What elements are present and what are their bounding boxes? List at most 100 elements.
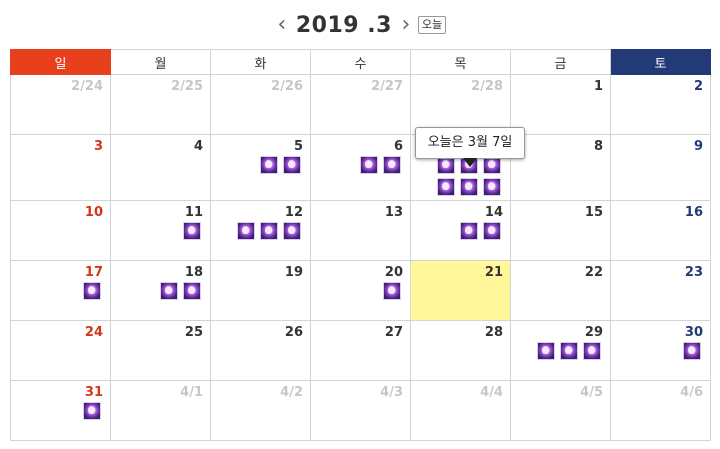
day-cell[interactable]: 8 [510, 134, 611, 201]
week-row: 24 25 26 27 28 29 30 [10, 320, 711, 381]
day-cell[interactable]: 4/2 [210, 380, 311, 441]
event-icons [211, 222, 310, 244]
day-cell[interactable]: 2 [610, 74, 711, 135]
event-thumbnail-icon[interactable] [383, 156, 401, 174]
day-number: 6 [393, 139, 403, 154]
day-cell[interactable]: 31 [10, 380, 111, 441]
event-thumbnail-icon[interactable] [237, 222, 255, 240]
event-thumbnail-icon[interactable] [537, 342, 555, 360]
event-thumbnail-icon[interactable] [437, 178, 455, 196]
event-thumbnail-icon[interactable] [160, 282, 178, 300]
day-number: 4/3 [380, 385, 403, 400]
day-cell[interactable]: 3 [10, 134, 111, 201]
event-thumbnail-icon[interactable] [583, 342, 601, 360]
day-cell[interactable]: 2/28 [410, 74, 511, 135]
day-cell[interactable]: 16 [610, 200, 711, 261]
day-cell[interactable]: 17 [10, 260, 111, 321]
day-number: 12 [284, 205, 303, 220]
next-month-button[interactable]: › [398, 10, 414, 40]
event-icons [11, 282, 110, 304]
day-cell-highlighted[interactable]: 21 [410, 260, 511, 321]
day-number: 4 [193, 139, 203, 154]
event-icons [611, 342, 710, 364]
day-cell[interactable]: 26 [210, 320, 311, 381]
day-cell[interactable]: 23 [610, 260, 711, 321]
event-icons [411, 156, 510, 200]
event-thumbnail-icon[interactable] [283, 156, 301, 174]
month-title: 2019 .3 [295, 12, 392, 38]
event-thumbnail-icon[interactable] [483, 178, 501, 196]
day-cell[interactable]: 9 [610, 134, 711, 201]
weekday-mon: 월 [110, 49, 211, 75]
day-cell[interactable]: 30 [610, 320, 711, 381]
day-number: 10 [84, 205, 103, 220]
day-number: 22 [584, 265, 603, 280]
day-cell[interactable]: 4/1 [110, 380, 211, 441]
day-cell[interactable]: 24 [10, 320, 111, 381]
event-thumbnail-icon[interactable] [283, 222, 301, 240]
day-cell[interactable]: 1 [510, 74, 611, 135]
day-number: 30 [684, 325, 703, 340]
day-cell[interactable]: 2/26 [210, 74, 311, 135]
day-number: 4/2 [280, 385, 303, 400]
day-cell[interactable]: 19 [210, 260, 311, 321]
event-thumbnail-icon[interactable] [360, 156, 378, 174]
day-cell[interactable]: 12 [210, 200, 311, 261]
day-number: 14 [484, 205, 503, 220]
day-cell[interactable]: 15 [510, 200, 611, 261]
day-number: 19 [284, 265, 303, 280]
day-cell[interactable]: 18 [110, 260, 211, 321]
day-number: 8 [593, 139, 603, 154]
day-cell[interactable]: 4 [110, 134, 211, 201]
day-cell[interactable]: 2/24 [10, 74, 111, 135]
day-number: 26 [284, 325, 303, 340]
day-cell[interactable]: 13 [310, 200, 411, 261]
day-number: 2/28 [471, 79, 503, 94]
day-number: 2/24 [71, 79, 103, 94]
day-cell[interactable]: 10 [10, 200, 111, 261]
day-cell[interactable]: 2/27 [310, 74, 411, 135]
day-cell[interactable]: 14 [410, 200, 511, 261]
event-thumbnail-icon[interactable] [83, 282, 101, 300]
event-thumbnail-icon[interactable] [83, 402, 101, 420]
event-thumbnail-icon[interactable] [183, 222, 201, 240]
day-cell[interactable]: 2/25 [110, 74, 211, 135]
day-cell[interactable]: 4/4 [410, 380, 511, 441]
event-thumbnail-icon[interactable] [183, 282, 201, 300]
weekday-wed: 수 [310, 49, 411, 75]
week-row: 10 11 12 13 14 15 16 [10, 200, 711, 261]
calendar-header: ‹ 2019 .3 › 오늘 [0, 8, 720, 42]
day-cell[interactable]: 6 [310, 134, 411, 201]
day-number: 4/4 [480, 385, 503, 400]
day-cell[interactable]: 25 [110, 320, 211, 381]
event-icons [211, 156, 310, 178]
event-icons [411, 222, 510, 244]
day-cell[interactable]: 4/5 [510, 380, 611, 441]
day-number: 29 [584, 325, 603, 340]
event-thumbnail-icon[interactable] [260, 156, 278, 174]
day-cell[interactable]: 29 [510, 320, 611, 381]
day-cell[interactable]: 28 [410, 320, 511, 381]
day-number: 4/6 [680, 385, 703, 400]
day-cell[interactable]: 11 [110, 200, 211, 261]
today-button[interactable]: 오늘 [417, 16, 447, 34]
event-thumbnail-icon[interactable] [383, 282, 401, 300]
prev-month-button[interactable]: ‹ [274, 10, 290, 40]
day-cell[interactable]: 20 [310, 260, 411, 321]
day-number: 5 [293, 139, 303, 154]
event-thumbnail-icon[interactable] [483, 222, 501, 240]
event-thumbnail-icon[interactable] [560, 342, 578, 360]
event-thumbnail-icon[interactable] [460, 178, 478, 196]
day-number: 9 [693, 139, 703, 154]
day-cell[interactable]: 4/6 [610, 380, 711, 441]
day-number: 2 [693, 79, 703, 94]
day-cell[interactable]: 27 [310, 320, 411, 381]
event-thumbnail-icon[interactable] [460, 222, 478, 240]
event-thumbnail-icon[interactable] [683, 342, 701, 360]
day-number: 18 [184, 265, 203, 280]
event-thumbnail-icon[interactable] [260, 222, 278, 240]
day-cell[interactable]: 5 [210, 134, 311, 201]
day-cell[interactable]: 4/3 [310, 380, 411, 441]
weekday-header-row: 일 월 화 수 목 금 토 [10, 49, 711, 75]
day-cell[interactable]: 22 [510, 260, 611, 321]
